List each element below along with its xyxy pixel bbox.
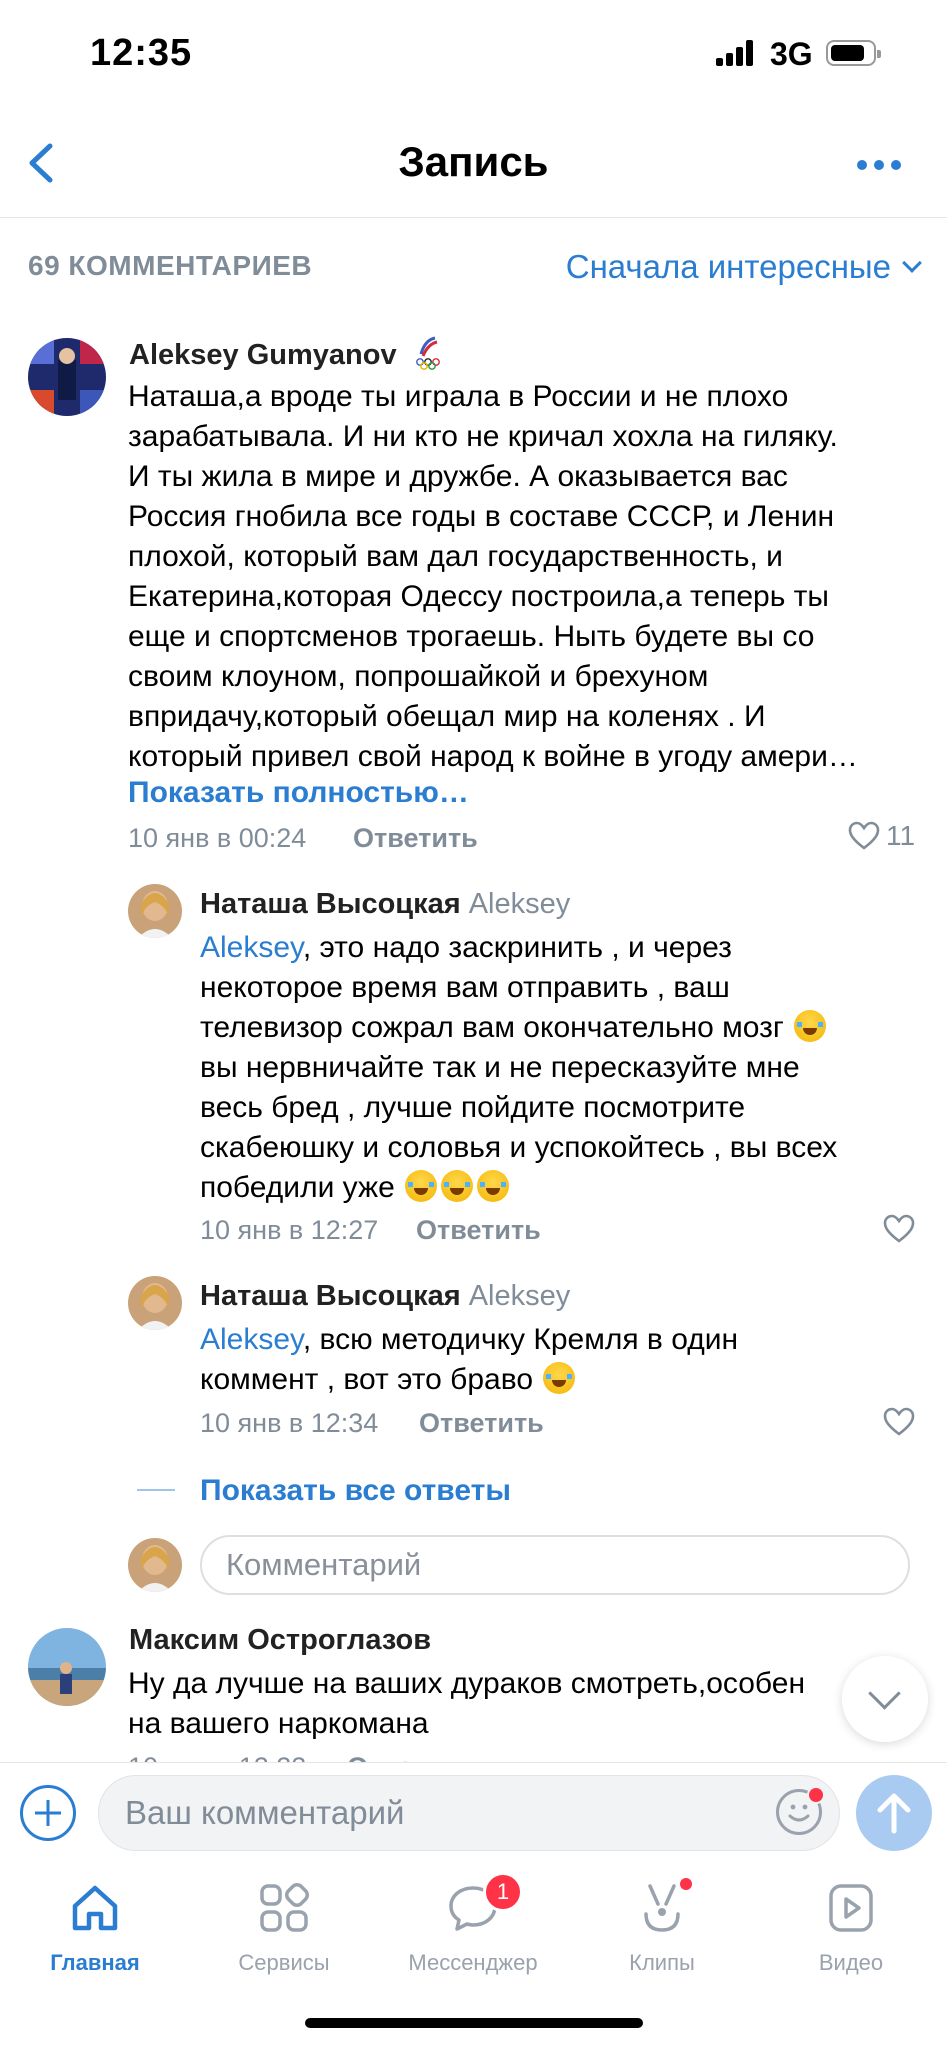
signal-icon	[716, 40, 756, 66]
mention-link[interactable]: Aleksey	[200, 1323, 303, 1356]
scroll-down-button[interactable]	[842, 1656, 928, 1742]
comment-date: 10 янв в 12:34	[200, 1408, 379, 1438]
smile-icon	[788, 1804, 810, 1822]
show-full-link[interactable]: Показать полностью…	[128, 776, 469, 810]
services-icon	[260, 1883, 309, 1932]
sort-button[interactable]: Сначала интересные	[565, 248, 922, 286]
tab-home[interactable]: Главная	[5, 1880, 185, 1976]
chevron-down-icon	[902, 253, 922, 273]
show-all-divider	[137, 1489, 175, 1491]
reply-button[interactable]: Ответить	[416, 1215, 541, 1246]
reply-input[interactable]: Комментарий	[200, 1535, 910, 1595]
mention-link[interactable]: Aleksey	[200, 931, 303, 964]
more-button[interactable]	[854, 150, 904, 180]
network-type: 3G	[770, 36, 813, 72]
heart-icon	[883, 1214, 915, 1243]
laughing-emoji-icon	[441, 1170, 474, 1202]
arrow-up-icon	[877, 1793, 911, 1834]
page-title: Запись	[398, 138, 549, 185]
avatar[interactable]	[128, 884, 182, 938]
status-time: 12:35	[90, 32, 193, 74]
tab-video[interactable]: Видео	[761, 1880, 941, 1976]
like-button[interactable]	[883, 1407, 915, 1437]
more-dots-icon	[857, 160, 901, 170]
tab-messenger[interactable]: 1 Мессенджер	[383, 1872, 563, 1976]
like-count: 11	[886, 820, 916, 851]
heart-icon	[883, 1407, 915, 1436]
comment-author[interactable]: Aleksey Gumyanov	[129, 336, 443, 372]
own-avatar	[128, 1538, 182, 1592]
send-button[interactable]	[856, 1775, 932, 1851]
comment-author[interactable]: Наташа Высоцкая Aleksey	[200, 888, 570, 921]
laughing-emoji-icon	[405, 1170, 438, 1202]
reply-button[interactable]: Ответить	[353, 823, 478, 854]
add-attachment-button[interactable]	[20, 1785, 76, 1841]
tab-services[interactable]: Сервисы	[194, 1880, 374, 1976]
battery-icon	[826, 40, 881, 66]
comment-author[interactable]: Наташа Высоцкая Aleksey	[200, 1280, 570, 1313]
reply-to-name: Aleksey	[468, 888, 571, 920]
emoji-button[interactable]	[776, 1786, 825, 1835]
home-icon	[72, 1885, 118, 1931]
like-button[interactable]: 11	[848, 820, 915, 852]
laughing-emoji-icon	[543, 1362, 576, 1394]
video-icon	[829, 1884, 873, 1932]
author-name: Aleksey Gumyanov	[129, 339, 397, 371]
comments-header: 69 КОММЕНТАРИЕВ Сначала интересные	[0, 218, 947, 318]
comment-text: Ну да лучше на ваших дураков смотреть,ос…	[128, 1667, 806, 1740]
comment-input[interactable]: Ваш комментарий	[98, 1775, 840, 1851]
comment-text: Наташа,а вроде ты играла в России и не п…	[128, 380, 858, 773]
status-bar: 12:35 3G	[0, 0, 947, 110]
comment-author[interactable]: Максим Остроглазов	[129, 1624, 431, 1657]
avatar[interactable]	[28, 1628, 106, 1706]
comment-composer: Ваш комментарий	[0, 1762, 947, 1862]
like-button[interactable]	[883, 1214, 915, 1244]
comment-text: Aleksey, это надо заскринить , и через н…	[200, 931, 838, 1204]
comment-date: 10 янв в 00:24	[128, 823, 307, 853]
avatar[interactable]	[128, 1276, 182, 1330]
reply-button[interactable]: Ответить	[419, 1408, 544, 1439]
comment-text: Aleksey, всю методичку Кремля в один ком…	[200, 1323, 739, 1396]
laughing-emoji-icon	[477, 1170, 510, 1202]
heart-icon	[848, 821, 880, 850]
avatar[interactable]	[28, 338, 106, 416]
sort-label: Сначала интересные	[565, 248, 891, 285]
show-all-replies-link[interactable]: Показать все ответы	[200, 1474, 511, 1508]
comment-date: 10 янв в 12:27	[200, 1215, 379, 1245]
new-clips-dot	[680, 1878, 692, 1890]
nav-header: Запись	[0, 110, 947, 218]
unread-badge: 1	[483, 1872, 523, 1912]
comments-count: 69 КОММЕНТАРИЕВ	[28, 250, 313, 281]
tab-clips[interactable]: Клипы	[572, 1878, 752, 1976]
olympic-team-icon	[415, 336, 440, 370]
laughing-emoji-icon	[794, 1010, 827, 1042]
home-indicator	[305, 2018, 643, 2028]
reply-to-name: Aleksey	[468, 1280, 571, 1312]
